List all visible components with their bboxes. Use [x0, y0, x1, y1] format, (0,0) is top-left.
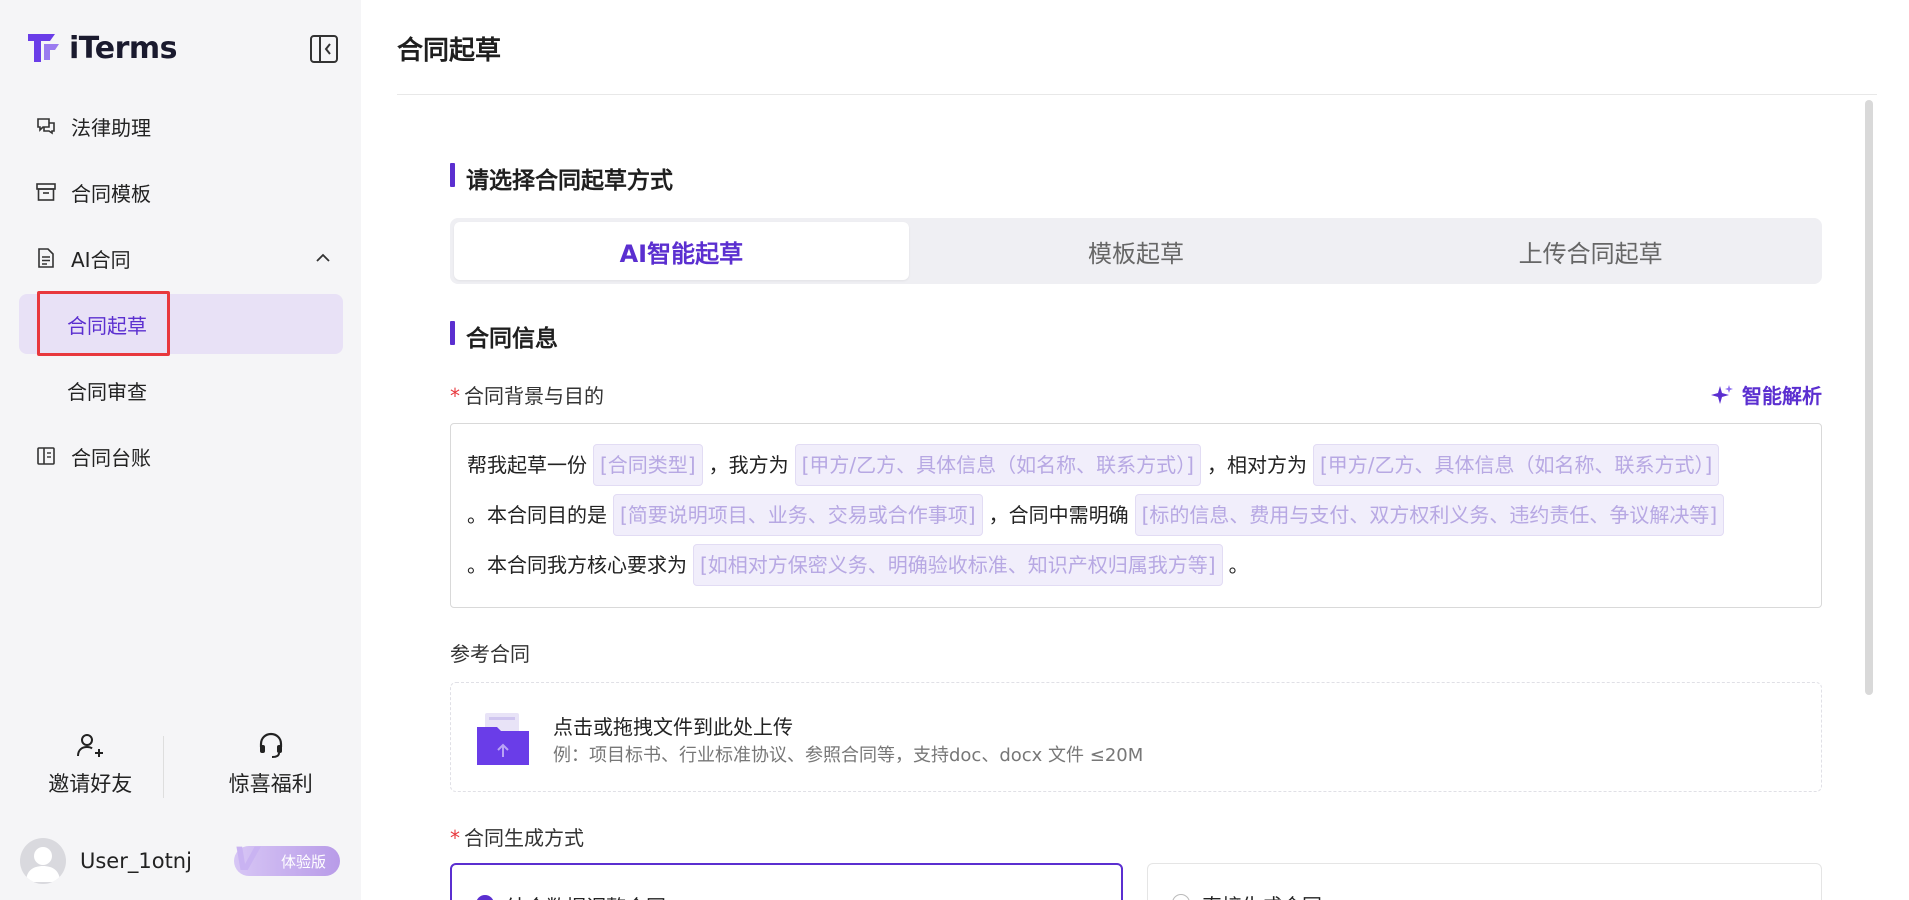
archive-box-icon	[36, 183, 56, 201]
sidebar-item-label: 合同审查	[67, 379, 147, 404]
folder-upload-icon	[477, 713, 529, 765]
ledger-book-icon	[37, 447, 55, 465]
placeholder-counterparty[interactable]: [甲方/乙方、具体信息（如名称、联系方式）]	[1312, 444, 1720, 486]
option-label: 直接生成合同	[1202, 890, 1322, 900]
sidebar-item-label: 合同模板	[71, 181, 151, 206]
required-mark: *	[450, 826, 460, 850]
sidebar-item-label: 合同台账	[71, 445, 151, 470]
generate-method-label-text: 合同生成方式	[464, 826, 584, 850]
sidebar-item-legal-assistant[interactable]: 法律助理	[19, 96, 343, 156]
iterms-logo-icon	[28, 34, 59, 62]
surprise-gift-label: 惊喜福利	[228, 772, 313, 796]
logo[interactable]: iTerms	[25, 30, 178, 66]
invite-friends-label: 邀请好友	[48, 772, 133, 796]
radio-selected[interactable]	[476, 895, 494, 900]
contract-background-editor[interactable]: 帮我起草一份 [合同类型] ，我方为 [甲方/乙方、具体信息（如名称、联系方式）] ，相…	[450, 423, 1822, 608]
prompt-text: 帮我起草一份	[467, 453, 587, 477]
sidebar-nav: 法律助理 合同模板 AI合同 合同起草 合同审查 合同台账	[19, 96, 343, 492]
prompt-text: 。本合同目的是	[467, 503, 607, 527]
sidebar-item-label: AI合同	[71, 247, 131, 272]
user-profile[interactable]: User_1otnj V 体验版	[20, 838, 342, 884]
highlight-box	[37, 291, 170, 356]
avatar[interactable]	[20, 838, 66, 884]
add-user-icon	[77, 734, 104, 757]
radio-unselected[interactable]	[1172, 894, 1190, 900]
upload-hint-text: 例：项目标书、行业标准协议、参照合同等，支持doc、docx 文件 ≤20M	[553, 745, 1144, 766]
placeholder-core-requirements[interactable]: [如相对方保密义务、明确验收标准、知识产权归属我方等]	[693, 544, 1223, 586]
invite-friends-button[interactable]: 邀请好友	[0, 728, 181, 800]
sidebar-item-templates[interactable]: 合同模板	[19, 162, 343, 222]
chat-bubbles-icon	[37, 118, 55, 135]
prompt-text: ，相对方为	[1206, 453, 1307, 477]
contract-info-heading: 合同信息	[450, 319, 558, 353]
placeholder-our-party[interactable]: [甲方/乙方、具体信息（如名称、联系方式）]	[794, 444, 1201, 486]
sidebar-item-contract-drafting[interactable]: 合同起草	[19, 291, 343, 356]
option-label: 结合数据调整合同	[506, 891, 666, 900]
trial-badge-label: 体验版	[280, 852, 326, 871]
sidebar-actions: 邀请好友 惊喜福利	[0, 728, 361, 800]
tab-template-drafting[interactable]: 模板起草	[909, 222, 1364, 280]
upload-main-text: 点击或拖拽文件到此处上传	[553, 715, 793, 739]
prompt-text: ，合同中需明确	[988, 503, 1129, 527]
smart-parse-label: 智能解析	[1742, 384, 1822, 408]
generate-method-label: * 合同生成方式	[450, 822, 584, 851]
smart-parse-button[interactable]: 智能解析	[1710, 380, 1822, 409]
background-label: * 合同背景与目的	[450, 380, 604, 409]
page-title: 合同起草	[397, 36, 502, 66]
sidebar-item-contract-review[interactable]: 合同审查	[19, 360, 343, 420]
vip-v-icon: V	[234, 840, 259, 878]
tab-upload-drafting[interactable]: 上传合同起草	[1363, 222, 1818, 280]
required-mark: *	[450, 384, 460, 408]
option-adjust-with-data[interactable]: 结合数据调整合同	[450, 863, 1123, 900]
option-direct-generate[interactable]: 直接生成合同	[1147, 863, 1822, 900]
placeholder-purpose[interactable]: [简要说明项目、业务、交易或合作事项]	[613, 494, 983, 536]
divider	[163, 736, 164, 798]
method-heading: 请选择合同起草方式	[450, 161, 673, 195]
collapse-sidebar-icon[interactable]	[309, 34, 339, 64]
upload-dropzone[interactable]: 点击或拖拽文件到此处上传 例：项目标书、行业标准协议、参照合同等，支持doc、d…	[450, 682, 1822, 792]
chevron-up-icon[interactable]	[313, 248, 333, 268]
sidebar-item-ai-contract[interactable]: AI合同	[19, 228, 343, 288]
placeholder-contract-type[interactable]: [合同类型]	[593, 444, 703, 486]
sparkle-icon	[1711, 384, 1733, 404]
user-avatar-icon	[26, 847, 60, 882]
surprise-gift-button[interactable]: 惊喜福利	[181, 728, 362, 800]
reference-contract-label: 参考合同	[450, 642, 530, 666]
placeholder-terms[interactable]: [标的信息、费用与支付、双方权利义务、违约责任、争议解决等]	[1134, 494, 1725, 536]
app-name: iTerms	[69, 30, 178, 66]
trial-badge[interactable]: V 体验版	[234, 840, 340, 878]
sidebar-item-label: 法律助理	[71, 115, 151, 140]
title-divider	[397, 94, 1877, 95]
prompt-text: 。	[1228, 553, 1249, 577]
sidebar: iTerms 法律助理 合同模板 AI合同 合同起草 合同审查 合同台账 邀请好…	[0, 0, 361, 900]
sidebar-item-contract-ledger[interactable]: 合同台账	[19, 426, 343, 486]
user-name: User_1otnj	[80, 849, 192, 873]
scrollbar[interactable]	[1865, 100, 1873, 695]
draft-method-tabs: AI智能起草 模板起草 上传合同起草	[450, 218, 1822, 284]
tab-ai-drafting[interactable]: AI智能起草	[454, 222, 909, 280]
prompt-text: 。本合同我方核心要求为	[467, 553, 687, 577]
document-icon	[38, 248, 54, 268]
headset-icon	[259, 732, 282, 758]
background-label-text: 合同背景与目的	[464, 384, 604, 408]
prompt-text: ，我方为	[708, 453, 789, 477]
